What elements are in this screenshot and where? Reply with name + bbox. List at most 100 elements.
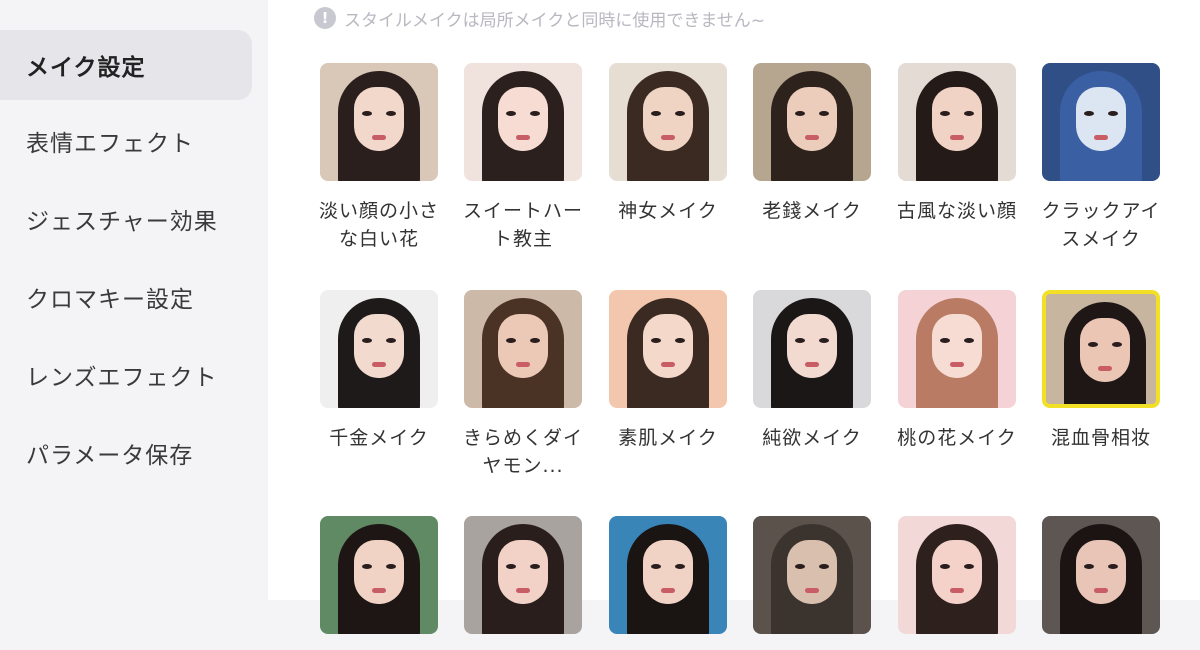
portrait-face bbox=[498, 540, 548, 604]
style-thumbnail bbox=[898, 290, 1016, 408]
style-tile[interactable]: 素肌メイク bbox=[609, 290, 729, 452]
style-thumbnail bbox=[464, 290, 582, 408]
style-tile[interactable] bbox=[753, 516, 873, 650]
portrait-eye bbox=[1084, 111, 1094, 116]
portrait-face bbox=[932, 87, 982, 151]
portrait-lips bbox=[372, 588, 386, 593]
portrait-eye bbox=[819, 338, 829, 343]
sidebar-item-label: ジェスチャー効果 bbox=[26, 209, 218, 235]
style-thumbnail bbox=[1042, 290, 1160, 408]
portrait-eye bbox=[506, 564, 516, 569]
portrait-eye bbox=[675, 111, 685, 116]
style-thumbnail bbox=[609, 63, 727, 181]
portrait-lips bbox=[516, 588, 530, 593]
portrait-eye bbox=[530, 111, 540, 116]
sidebar-item-makeup-settings[interactable]: メイク設定 bbox=[0, 30, 252, 100]
portrait-eye bbox=[795, 564, 805, 569]
portrait-eye bbox=[386, 338, 396, 343]
portrait-lips bbox=[372, 362, 386, 367]
style-label: 千金メイク bbox=[329, 427, 429, 449]
style-tile[interactable]: 純欲メイク bbox=[753, 290, 873, 452]
portrait-face bbox=[354, 540, 404, 604]
portrait-lips bbox=[661, 135, 675, 140]
style-label: 淡い顔の小さな白い花 bbox=[318, 200, 439, 250]
portrait-eye bbox=[795, 111, 805, 116]
sidebar-item-label: パラメータ保存 bbox=[26, 443, 194, 469]
portrait-face bbox=[1080, 318, 1130, 382]
portrait-eye bbox=[651, 338, 661, 343]
portrait-eye bbox=[530, 338, 540, 343]
portrait-face bbox=[643, 87, 693, 151]
style-label: きらめくダイヤモン... bbox=[462, 427, 583, 477]
portrait-face bbox=[787, 314, 837, 378]
portrait-face bbox=[498, 87, 548, 151]
portrait-face bbox=[1076, 87, 1126, 151]
portrait-face bbox=[932, 314, 982, 378]
sidebar-item-gesture-effects[interactable]: ジェスチャー効果 bbox=[0, 184, 252, 254]
style-label: 素肌メイク bbox=[618, 427, 718, 449]
notice-text: スタイルメイクは局所メイクと同時に使用できません~ bbox=[344, 10, 766, 31]
style-tile[interactable]: 千金メイク bbox=[320, 290, 440, 452]
style-tile[interactable]: 桃の花メイク bbox=[897, 290, 1018, 452]
style-thumbnail bbox=[753, 63, 871, 181]
portrait-face bbox=[354, 314, 404, 378]
portrait-eye bbox=[795, 338, 805, 343]
portrait-eye bbox=[651, 564, 661, 569]
style-label: 純欲メイク bbox=[762, 427, 862, 449]
style-tile[interactable]: クラックアイスメイク bbox=[1041, 63, 1162, 253]
portrait-lips bbox=[805, 135, 819, 140]
style-label: 神女メイク bbox=[618, 200, 718, 222]
style-thumbnail bbox=[898, 63, 1016, 181]
style-tile[interactable]: スイートハート教主 bbox=[463, 63, 584, 253]
portrait-lips bbox=[372, 135, 386, 140]
style-thumbnail bbox=[1042, 63, 1160, 181]
style-tile[interactable] bbox=[320, 516, 440, 650]
style-tile[interactable] bbox=[464, 516, 584, 650]
style-thumbnail bbox=[464, 63, 582, 181]
makeup-style-panel: ! スタイルメイクは局所メイクと同時に使用できません~ 淡い顔の小さな白い花 スイ… bbox=[268, 0, 1200, 634]
style-tile[interactable]: 混血骨相妆 bbox=[1042, 290, 1162, 452]
sidebar-item-expression-effects[interactable]: 表情エフェクト bbox=[0, 106, 252, 176]
style-tile[interactable] bbox=[898, 516, 1018, 650]
style-tile[interactable]: 神女メイク bbox=[609, 63, 729, 225]
style-thumbnail bbox=[320, 516, 438, 634]
style-thumbnail bbox=[753, 516, 871, 634]
style-notice: ! スタイルメイクは局所メイクと同時に使用できません~ bbox=[314, 4, 765, 32]
portrait-eye bbox=[1112, 342, 1122, 347]
portrait-eye bbox=[1108, 111, 1118, 116]
style-thumbnail bbox=[464, 516, 582, 634]
portrait-lips bbox=[516, 135, 530, 140]
style-label: 老錢メイク bbox=[762, 200, 862, 222]
sidebar: メイク設定 表情エフェクト ジェスチャー効果 クロマキー設定 レンズエフェクト … bbox=[0, 0, 268, 600]
sidebar-item-chroma-key[interactable]: クロマキー設定 bbox=[0, 262, 252, 332]
style-label: クラックアイスメイク bbox=[1041, 200, 1161, 250]
style-tile[interactable]: 古風な淡い顔 bbox=[897, 63, 1018, 225]
portrait-eye bbox=[1108, 564, 1118, 569]
sidebar-item-lens-effects[interactable]: レンズエフェクト bbox=[0, 340, 252, 410]
portrait-eye bbox=[362, 564, 372, 569]
portrait-eye bbox=[675, 338, 685, 343]
style-thumbnail bbox=[753, 290, 871, 408]
style-tile[interactable]: 淡い顔の小さな白い花 bbox=[318, 63, 440, 253]
style-tile[interactable]: 老錢メイク bbox=[753, 63, 873, 225]
portrait-lips bbox=[661, 362, 675, 367]
portrait-eye bbox=[362, 111, 372, 116]
portrait-lips bbox=[950, 135, 964, 140]
style-tile[interactable] bbox=[1042, 516, 1162, 650]
style-label: 桃の花メイク bbox=[897, 427, 1017, 449]
style-thumbnail bbox=[898, 516, 1016, 634]
style-thumbnail bbox=[320, 63, 438, 181]
sidebar-item-save-parameters[interactable]: パラメータ保存 bbox=[0, 418, 252, 488]
style-tile[interactable] bbox=[609, 516, 729, 650]
portrait-eye bbox=[530, 564, 540, 569]
portrait-lips bbox=[950, 588, 964, 593]
style-tile[interactable]: きらめくダイヤモン... bbox=[462, 290, 584, 480]
info-icon: ! bbox=[314, 7, 336, 29]
portrait-eye bbox=[651, 111, 661, 116]
portrait-face bbox=[498, 314, 548, 378]
sidebar-item-label: レンズエフェクト bbox=[26, 365, 218, 391]
portrait-face bbox=[643, 314, 693, 378]
style-thumbnail bbox=[609, 290, 727, 408]
portrait-eye bbox=[506, 338, 516, 343]
portrait-eye bbox=[675, 564, 685, 569]
